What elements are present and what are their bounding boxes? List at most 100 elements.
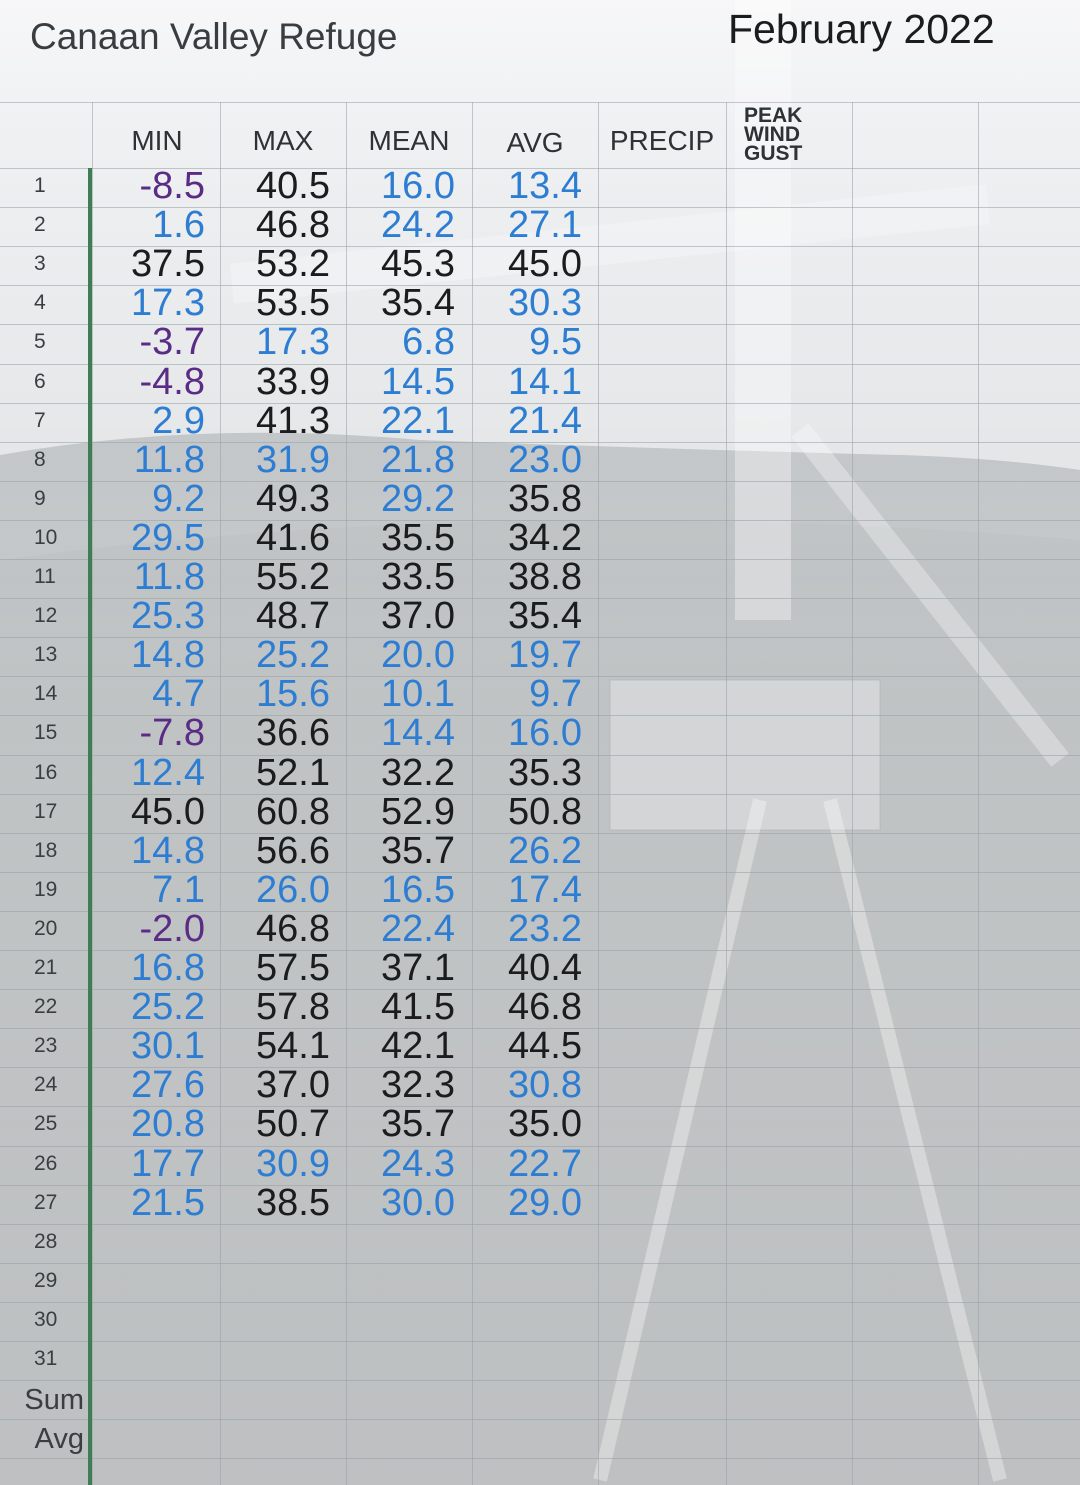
cell-min[interactable]: 9.2	[85, 479, 205, 519]
cell-avg[interactable]: 19.7	[462, 635, 582, 675]
cell-min[interactable]: 20.8	[85, 1104, 205, 1144]
row-number[interactable]: 4	[0, 291, 86, 315]
row-number[interactable]: 18	[0, 839, 86, 863]
row-number[interactable]: 10	[0, 526, 86, 550]
cell-avg[interactable]: 35.8	[462, 479, 582, 519]
row-number[interactable]: 20	[0, 917, 86, 941]
cell-min[interactable]: 30.1	[85, 1026, 205, 1066]
cell-max[interactable]: 15.6	[210, 674, 330, 714]
row-number[interactable]: 28	[0, 1230, 86, 1254]
cell-mean[interactable]: 35.7	[335, 1104, 455, 1144]
row-number[interactable]: 25	[0, 1112, 86, 1136]
cell-mean[interactable]: 14.4	[335, 713, 455, 753]
row-number[interactable]: 16	[0, 761, 86, 785]
cell-min[interactable]: 11.8	[85, 440, 205, 480]
cell-mean[interactable]: 30.0	[335, 1183, 455, 1223]
row-number[interactable]: 29	[0, 1269, 86, 1293]
cell-min[interactable]: 1.6	[85, 205, 205, 245]
cell-max[interactable]: 57.5	[210, 948, 330, 988]
cell-max[interactable]: 41.3	[210, 401, 330, 441]
cell-max[interactable]: 50.7	[210, 1104, 330, 1144]
cell-avg[interactable]: 21.4	[462, 401, 582, 441]
cell-avg[interactable]: 26.2	[462, 831, 582, 871]
cell-max[interactable]: 30.9	[210, 1144, 330, 1184]
row-number[interactable]: 23	[0, 1034, 86, 1058]
header-avg[interactable]: AVG	[474, 120, 596, 166]
row-number[interactable]: 21	[0, 956, 86, 980]
row-number[interactable]: 14	[0, 682, 86, 706]
cell-mean[interactable]: 33.5	[335, 557, 455, 597]
cell-avg[interactable]: 35.3	[462, 753, 582, 793]
cell-avg[interactable]: 45.0	[462, 244, 582, 284]
cell-avg[interactable]: 35.0	[462, 1104, 582, 1144]
row-number[interactable]: 19	[0, 878, 86, 902]
cell-min[interactable]: 12.4	[85, 753, 205, 793]
cell-max[interactable]: 52.1	[210, 753, 330, 793]
cell-avg[interactable]: 14.1	[462, 362, 582, 402]
row-number[interactable]: 31	[0, 1347, 86, 1371]
row-number[interactable]: 7	[0, 409, 86, 433]
cell-mean[interactable]: 24.3	[335, 1144, 455, 1184]
row-label-sum[interactable]: Sum	[0, 1384, 84, 1417]
cell-min[interactable]: 25.2	[85, 987, 205, 1027]
header-precip[interactable]: PRECIP	[600, 118, 724, 164]
header-peak-wind-gust[interactable]: PEAK WIND GUST	[744, 105, 824, 164]
cell-max[interactable]: 53.2	[210, 244, 330, 284]
cell-min[interactable]: 4.7	[85, 674, 205, 714]
cell-min[interactable]: 14.8	[85, 635, 205, 675]
cell-max[interactable]: 49.3	[210, 479, 330, 519]
cell-mean[interactable]: 21.8	[335, 440, 455, 480]
row-number[interactable]: 30	[0, 1308, 86, 1332]
cell-min[interactable]: 25.3	[85, 596, 205, 636]
row-number[interactable]: 6	[0, 370, 86, 394]
cell-min[interactable]: 37.5	[85, 244, 205, 284]
cell-mean[interactable]: 45.3	[335, 244, 455, 284]
cell-avg[interactable]: 9.5	[462, 322, 582, 362]
cell-min[interactable]: 11.8	[85, 557, 205, 597]
cell-mean[interactable]: 20.0	[335, 635, 455, 675]
cell-avg[interactable]: 29.0	[462, 1183, 582, 1223]
cell-max[interactable]: 53.5	[210, 283, 330, 323]
cell-avg[interactable]: 44.5	[462, 1026, 582, 1066]
cell-max[interactable]: 46.8	[210, 205, 330, 245]
cell-min[interactable]: 45.0	[85, 792, 205, 832]
cell-min[interactable]: -2.0	[85, 909, 205, 949]
row-label-avg[interactable]: Avg	[0, 1423, 84, 1456]
cell-mean[interactable]: 6.8	[335, 322, 455, 362]
cell-min[interactable]: 21.5	[85, 1183, 205, 1223]
cell-mean[interactable]: 22.1	[335, 401, 455, 441]
cell-min[interactable]: 29.5	[85, 518, 205, 558]
cell-mean[interactable]: 22.4	[335, 909, 455, 949]
row-number[interactable]: 3	[0, 252, 86, 276]
cell-mean[interactable]: 52.9	[335, 792, 455, 832]
cell-max[interactable]: 36.6	[210, 713, 330, 753]
cell-avg[interactable]: 30.8	[462, 1065, 582, 1105]
header-max[interactable]: MAX	[222, 118, 344, 164]
cell-max[interactable]: 26.0	[210, 870, 330, 910]
cell-max[interactable]: 41.6	[210, 518, 330, 558]
row-number[interactable]: 12	[0, 604, 86, 628]
cell-min[interactable]: 14.8	[85, 831, 205, 871]
cell-mean[interactable]: 41.5	[335, 987, 455, 1027]
cell-mean[interactable]: 42.1	[335, 1026, 455, 1066]
cell-max[interactable]: 57.8	[210, 987, 330, 1027]
cell-mean[interactable]: 32.3	[335, 1065, 455, 1105]
cell-mean[interactable]: 32.2	[335, 753, 455, 793]
row-number[interactable]: 9	[0, 487, 86, 511]
cell-mean[interactable]: 24.2	[335, 205, 455, 245]
cell-avg[interactable]: 22.7	[462, 1144, 582, 1184]
cell-max[interactable]: 60.8	[210, 792, 330, 832]
cell-min[interactable]: -4.8	[85, 362, 205, 402]
row-number[interactable]: 22	[0, 995, 86, 1019]
row-number[interactable]: 2	[0, 213, 86, 237]
cell-min[interactable]: 16.8	[85, 948, 205, 988]
row-number[interactable]: 17	[0, 800, 86, 824]
cell-min[interactable]: 27.6	[85, 1065, 205, 1105]
cell-max[interactable]: 46.8	[210, 909, 330, 949]
cell-mean[interactable]: 35.5	[335, 518, 455, 558]
cell-avg[interactable]: 13.4	[462, 166, 582, 206]
cell-avg[interactable]: 17.4	[462, 870, 582, 910]
row-number[interactable]: 8	[0, 448, 86, 472]
cell-max[interactable]: 17.3	[210, 322, 330, 362]
cell-avg[interactable]: 23.0	[462, 440, 582, 480]
